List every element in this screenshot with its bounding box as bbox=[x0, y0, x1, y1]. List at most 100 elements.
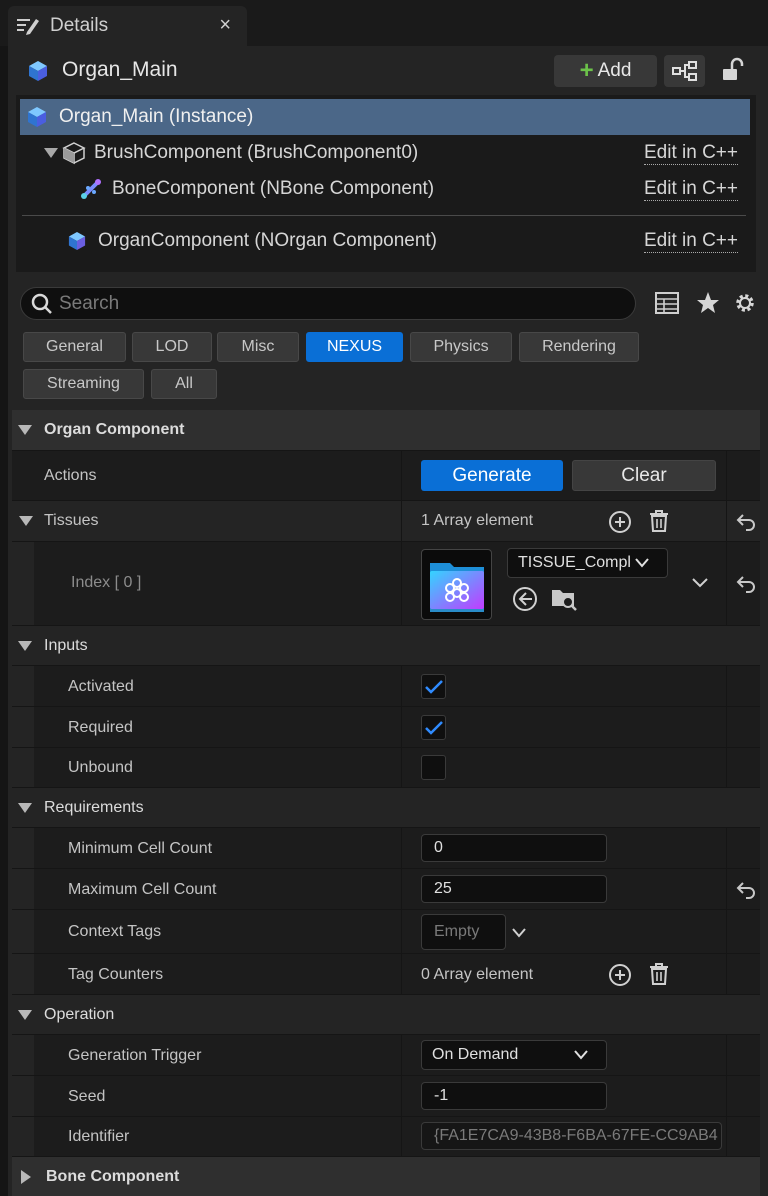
use-selected-arrow-icon[interactable] bbox=[512, 586, 538, 612]
settings-gear-icon[interactable] bbox=[733, 291, 757, 320]
column-divider bbox=[726, 542, 727, 625]
section-title: Organ Component bbox=[44, 421, 185, 438]
actor-cube-icon bbox=[27, 106, 47, 128]
column-divider bbox=[726, 451, 727, 500]
row-context-tags: Context Tags Empty bbox=[12, 909, 760, 954]
column-divider bbox=[726, 748, 727, 787]
add-element-icon[interactable] bbox=[608, 963, 632, 987]
actor-title: Organ_Main bbox=[62, 58, 178, 81]
category-nexus[interactable]: NEXUS bbox=[306, 332, 403, 362]
tissue-asset-thumbnail[interactable] bbox=[421, 549, 492, 620]
row-unbound: Unbound bbox=[12, 747, 760, 788]
indent-strip bbox=[12, 828, 34, 869]
trash-icon[interactable] bbox=[648, 509, 670, 533]
collapse-triangle-icon[interactable] bbox=[18, 802, 32, 813]
collapse-triangle-icon[interactable] bbox=[19, 516, 33, 526]
max-count-label: Maximum Cell Count bbox=[68, 881, 217, 898]
identifier-label: Identifier bbox=[68, 1128, 130, 1145]
column-divider bbox=[401, 542, 402, 625]
column-divider bbox=[401, 1076, 402, 1116]
indent-strip bbox=[12, 910, 34, 954]
expand-triangle-icon[interactable] bbox=[21, 1169, 31, 1184]
generation-trigger-select[interactable]: On Demand bbox=[421, 1040, 607, 1070]
bone-icon bbox=[80, 178, 102, 200]
collapse-triangle-icon[interactable] bbox=[18, 425, 32, 435]
indent-strip bbox=[12, 954, 34, 995]
category-lod[interactable]: LOD bbox=[132, 332, 212, 362]
section-organ-component[interactable]: Organ Component bbox=[12, 410, 760, 450]
tree-row-label: Organ_Main (Instance) bbox=[59, 106, 254, 127]
search-input[interactable] bbox=[59, 292, 619, 315]
add-label: Add bbox=[597, 60, 632, 81]
clear-button[interactable]: Clear bbox=[572, 460, 716, 491]
generate-button[interactable]: Generate bbox=[421, 460, 563, 491]
row-minimum-cell-count: Minimum Cell Count 0 bbox=[12, 827, 760, 869]
column-divider bbox=[726, 666, 727, 706]
required-checkbox[interactable] bbox=[421, 715, 446, 740]
chevron-down-icon[interactable] bbox=[512, 928, 526, 938]
seed-input[interactable]: -1 bbox=[421, 1082, 607, 1110]
indent-strip bbox=[12, 869, 34, 910]
hierarchy-icon bbox=[671, 61, 698, 81]
reset-arrow-icon[interactable] bbox=[736, 513, 756, 531]
category-general[interactable]: General bbox=[23, 332, 126, 362]
column-divider bbox=[401, 451, 402, 500]
column-divider bbox=[726, 707, 727, 747]
row-seed: Seed -1 bbox=[12, 1075, 760, 1117]
expand-triangle-icon[interactable] bbox=[44, 148, 58, 158]
edit-in-cpp-link[interactable]: Edit in C++ bbox=[644, 142, 738, 165]
generation-trigger-label: Generation Trigger bbox=[68, 1047, 202, 1064]
activated-checkbox[interactable] bbox=[421, 674, 446, 699]
reset-arrow-icon[interactable] bbox=[736, 881, 756, 899]
activated-label: Activated bbox=[68, 678, 134, 695]
table-view-icon[interactable] bbox=[655, 292, 679, 319]
unbound-checkbox[interactable] bbox=[421, 755, 446, 780]
unlock-icon[interactable] bbox=[720, 57, 746, 88]
edit-in-cpp-link[interactable]: Edit in C++ bbox=[644, 230, 738, 253]
actions-label: Actions bbox=[44, 467, 97, 484]
plus-icon: + bbox=[579, 57, 594, 84]
tree-row-organ-main[interactable]: Organ_Main (Instance) bbox=[20, 99, 750, 135]
details-tab[interactable]: Details × bbox=[8, 6, 247, 46]
category-all[interactable]: All bbox=[151, 369, 217, 399]
section-inputs[interactable]: Inputs bbox=[12, 625, 760, 665]
blueprint-button[interactable] bbox=[664, 55, 705, 87]
tree-row-organ-component[interactable]: OrganComponent (NOrgan Component) Edit i… bbox=[20, 223, 750, 259]
trash-icon[interactable] bbox=[648, 962, 670, 986]
context-tags-field[interactable]: Empty bbox=[421, 914, 506, 950]
max-count-input[interactable]: 25 bbox=[421, 875, 607, 903]
tree-row-bone-component[interactable]: BoneComponent (NBone Component) Edit in … bbox=[20, 171, 750, 207]
tree-row-brush-component[interactable]: BrushComponent (BrushComponent0) Edit in… bbox=[20, 135, 750, 171]
section-bone-component[interactable]: Bone Component bbox=[12, 1156, 760, 1196]
section-operation[interactable]: Operation bbox=[12, 994, 760, 1034]
add-element-icon[interactable] bbox=[608, 510, 632, 534]
details-icon bbox=[16, 15, 40, 37]
expand-chevron-icon[interactable] bbox=[692, 578, 708, 588]
unbound-label: Unbound bbox=[68, 759, 133, 776]
favorites-star-icon[interactable] bbox=[696, 291, 720, 320]
reset-arrow-icon[interactable] bbox=[736, 575, 756, 593]
collapse-triangle-icon[interactable] bbox=[18, 1009, 32, 1020]
identifier-field[interactable]: {FA1E7CA9-43B8-F6BA-67FE-CC9AB4 bbox=[421, 1122, 722, 1150]
category-streaming[interactable]: Streaming bbox=[23, 369, 144, 399]
section-requirements[interactable]: Requirements bbox=[12, 787, 760, 827]
tissue-asset-value: TISSUE_Compl bbox=[518, 554, 631, 571]
edit-in-cpp-link[interactable]: Edit in C++ bbox=[644, 178, 738, 201]
search-box[interactable] bbox=[20, 287, 636, 320]
category-physics[interactable]: Physics bbox=[410, 332, 512, 362]
actor-cube-icon bbox=[28, 60, 48, 87]
category-rendering[interactable]: Rendering bbox=[519, 332, 639, 362]
browse-folder-icon[interactable] bbox=[550, 586, 578, 612]
column-divider bbox=[726, 1117, 727, 1156]
collapse-triangle-icon[interactable] bbox=[18, 640, 32, 651]
brush-cube-icon bbox=[62, 141, 86, 165]
min-count-input[interactable]: 0 bbox=[421, 834, 607, 862]
category-misc[interactable]: Misc bbox=[217, 332, 299, 362]
indent-strip bbox=[12, 1076, 34, 1117]
tissue-asset-combo[interactable]: TISSUE_Compl bbox=[507, 548, 668, 578]
indent-strip bbox=[12, 1035, 34, 1076]
close-icon[interactable]: × bbox=[219, 14, 231, 37]
organ-cube-icon bbox=[68, 231, 86, 251]
column-divider bbox=[726, 828, 727, 868]
add-component-button[interactable]: + Add bbox=[554, 55, 657, 87]
